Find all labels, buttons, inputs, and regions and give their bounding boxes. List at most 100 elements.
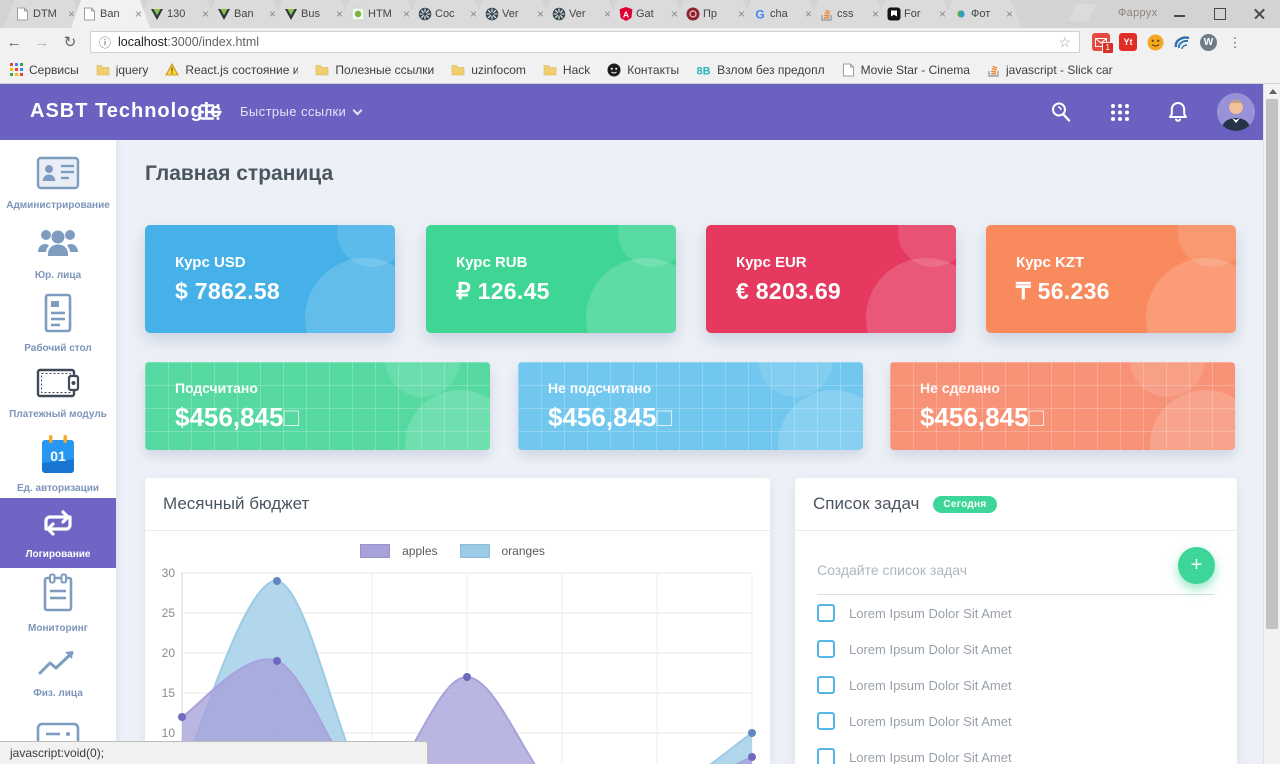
new-task-input[interactable] — [817, 561, 1117, 578]
bookmark-item[interactable]: 8B Взлом без предопл — [696, 63, 825, 77]
tab-close-icon[interactable]: × — [1006, 8, 1013, 20]
tab-close-icon[interactable]: × — [805, 8, 812, 20]
bookmark-label: Взлом без предопл — [717, 62, 825, 77]
tab-close-icon[interactable]: × — [738, 8, 745, 20]
tabs-container: DTM × Ban × 130 × Ban × Bus × HTM × Coc × Ver × Ver × A Gat… — [4, 0, 1009, 28]
tab-close-icon[interactable]: × — [403, 8, 410, 20]
svg-text:10: 10 — [162, 726, 176, 740]
sidebar-item-платежный-модуль[interactable]: Платежный модуль — [0, 358, 116, 428]
emoji-extension-icon[interactable] — [1146, 33, 1164, 51]
tab[interactable]: css × — [808, 0, 887, 28]
back-button[interactable]: ← — [0, 34, 28, 51]
tab-close-icon[interactable]: × — [470, 8, 477, 20]
tab[interactable]: 130 × — [138, 0, 217, 28]
sidebar-item-логирование[interactable]: Логирование — [0, 498, 116, 568]
mail-extension-icon[interactable]: 1 — [1092, 33, 1114, 54]
bookmark-item[interactable]: React.js состояние и — [165, 63, 298, 77]
sidebar-item-ед-авторизации[interactable]: 01 Ед. авторизации — [0, 428, 116, 498]
forward-button[interactable]: → — [28, 34, 56, 51]
scrollbar-up-arrow[interactable] — [1269, 89, 1277, 94]
bookmark-star-icon[interactable]: ☆ — [1058, 34, 1071, 51]
task-row: Lorem Ipsum Dolor Sit Amet — [795, 595, 1237, 631]
search-icon[interactable] — [1049, 100, 1073, 129]
page-scrollbar[interactable] — [1263, 84, 1280, 764]
tab-close-icon[interactable]: × — [537, 8, 544, 20]
sidebar-item-рабочий-стол[interactable]: Рабочий стол — [0, 288, 116, 358]
bookmark-item[interactable]: Movie Star - Cinema — [842, 63, 970, 77]
svg-text:15: 15 — [162, 686, 176, 700]
browser-window: DTM × Ban × 130 × Ban × Bus × HTM × Coc × Ver × Ver × A Gat… — [0, 0, 1280, 764]
sidebar-item-мониторинг[interactable]: Мониторинг — [0, 568, 116, 638]
bookmark-item[interactable]: javascript - Slick car — [987, 63, 1113, 77]
apps-grid-icon[interactable] — [1108, 100, 1132, 129]
task-checkbox[interactable] — [817, 640, 835, 658]
tab[interactable]: Ban × — [71, 0, 150, 28]
tab-close-icon[interactable]: × — [604, 8, 611, 20]
tab[interactable]: Gcha × — [741, 0, 820, 28]
tab[interactable]: For × — [875, 0, 954, 28]
quick-links-list-icon[interactable] — [200, 103, 222, 126]
task-label: Lorem Ipsum Dolor Sit Amet — [849, 713, 1012, 729]
maximize-button[interactable] — [1200, 0, 1240, 28]
tab[interactable]: Пр × — [674, 0, 753, 28]
minimize-button[interactable] — [1160, 0, 1200, 28]
tab[interactable]: Ver × — [473, 0, 552, 28]
tab[interactable]: A Gat × — [607, 0, 686, 28]
profile-name[interactable]: Фаррух — [1118, 7, 1157, 19]
tab[interactable]: Ban × — [205, 0, 284, 28]
task-checkbox[interactable] — [817, 748, 835, 764]
task-checkbox[interactable] — [817, 676, 835, 694]
tab[interactable]: Coc × — [406, 0, 485, 28]
tab-label: Ver — [569, 8, 586, 20]
w-extension-icon[interactable]: W — [1200, 33, 1217, 51]
tab-close-icon[interactable]: × — [671, 8, 678, 20]
bell-icon[interactable] — [1166, 100, 1190, 129]
sidebar-item-администрирование[interactable]: Администрирование — [0, 148, 116, 218]
tab[interactable]: HTM × — [339, 0, 418, 28]
bookmark-item[interactable]: Контакты — [607, 63, 679, 77]
currency-card-title: Курс EUR — [736, 254, 807, 271]
tab[interactable]: Ver × — [540, 0, 619, 28]
jquery-extension-icon[interactable] — [1173, 33, 1191, 51]
sidebar-item-юр-лица[interactable]: Юр. лица — [0, 218, 116, 288]
bookmarks-bar: Сервисы jquery React.js состояние и Полезны… — [0, 56, 1280, 84]
tab-close-icon[interactable]: × — [336, 8, 343, 20]
tab-close-icon[interactable]: × — [135, 8, 142, 20]
scrollbar-thumb[interactable] — [1266, 99, 1278, 629]
bookmark-item[interactable]: jquery — [96, 63, 148, 77]
page-info-icon[interactable]: ⓘ — [99, 34, 111, 51]
address-bar[interactable]: ⓘ localhost :3000/index.html ☆ — [90, 31, 1080, 53]
missing-glyph-box: □ — [1028, 402, 1045, 432]
task-checkbox[interactable] — [817, 712, 835, 730]
add-task-button[interactable]: + — [1178, 547, 1215, 584]
close-window-button[interactable] — [1240, 0, 1280, 28]
svg-text:30: 30 — [162, 566, 176, 580]
page-favicon — [83, 7, 97, 21]
bookmark-item[interactable]: uzinfocom — [451, 63, 526, 77]
sidebar-item-физ-лица[interactable]: Физ. лица — [0, 638, 116, 708]
tab[interactable]: Фот × — [942, 0, 1021, 28]
tab-close-icon[interactable]: × — [872, 8, 879, 20]
main-content: Главная страница Курс USD $ 7862.58 Курс R… — [116, 140, 1263, 764]
tab-close-icon[interactable]: × — [202, 8, 209, 20]
new-tab-button[interactable] — [1068, 4, 1096, 21]
tab[interactable]: DTM × — [4, 0, 83, 28]
app-logo[interactable]: ASBT Technologic — [30, 100, 222, 123]
tab-close-icon[interactable]: × — [269, 8, 276, 20]
quick-links-dropdown[interactable]: Быстрые ссылки — [240, 104, 363, 119]
bookmark-item[interactable]: Hack — [543, 63, 590, 77]
teal-bookmark-icon: 8B — [696, 63, 711, 77]
tab[interactable]: Bus × — [272, 0, 351, 28]
bookmark-item[interactable]: Полезные ссылки — [315, 63, 434, 77]
bookmark-item[interactable]: Сервисы — [10, 63, 79, 77]
tab-close-icon[interactable]: × — [939, 8, 946, 20]
task-checkbox[interactable] — [817, 604, 835, 622]
tab-label: Ban — [100, 8, 120, 20]
warning-bookmark-icon — [165, 63, 180, 76]
user-avatar[interactable] — [1217, 93, 1255, 131]
tab-close-icon[interactable]: × — [68, 8, 75, 20]
yt-extension-icon[interactable]: Yt — [1119, 33, 1137, 51]
browser-menu-icon[interactable]: ⋮ — [1227, 36, 1243, 49]
reload-button[interactable]: ↻ — [56, 33, 84, 51]
tab-label: css — [837, 8, 854, 20]
